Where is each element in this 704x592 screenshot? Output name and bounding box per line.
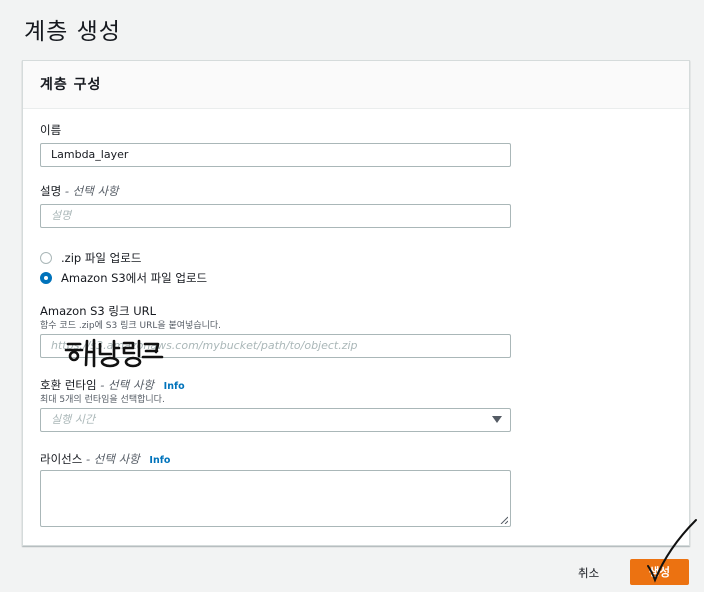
s3-url-description: 함수 코드 .zip에 S3 링크 URL을 붙여넣습니다.	[40, 321, 222, 331]
radio-button-s3[interactable]	[40, 272, 52, 284]
resize-grip-icon[interactable]	[500, 516, 508, 524]
license-label-text: 라이선스	[40, 452, 83, 466]
license-optional-text: - 선택 사항	[85, 452, 140, 466]
cancel-button[interactable]: 취소	[578, 565, 599, 581]
s3-url-input[interactable]: https://s3.amazonaws.com/mybucket/path/t…	[40, 334, 511, 358]
radio-button-zip[interactable]	[40, 252, 52, 264]
license-label: 라이선스 - 선택 사항 Info	[40, 451, 170, 467]
runtime-label-text: 호환 런타임	[40, 378, 97, 392]
caret-down-icon	[492, 416, 502, 423]
description-label-text: 설명	[40, 184, 62, 198]
runtime-select[interactable]: 실행 시간	[40, 408, 511, 432]
name-input[interactable]: Lambda_layer	[40, 143, 511, 167]
license-textarea[interactable]	[40, 470, 511, 527]
s3-url-label: Amazon S3 링크 URL	[40, 304, 157, 318]
radio-zip-label: .zip 파일 업로드	[61, 251, 142, 265]
radio-s3-label: Amazon S3에서 파일 업로드	[61, 271, 208, 285]
runtime-info-link[interactable]: Info	[164, 381, 185, 392]
runtime-select-placeholder: 실행 시간	[51, 413, 95, 426]
runtime-optional-text: - 선택 사항	[100, 378, 154, 392]
description-optional-text: - 선택 사항	[64, 184, 119, 198]
name-label: 이름	[40, 123, 62, 137]
description-input[interactable]: 설명	[40, 204, 511, 228]
create-button[interactable]: 생성	[630, 559, 689, 585]
panel-header: 계층 구성	[23, 61, 689, 109]
runtime-label: 호환 런타임 - 선택 사항 Info	[40, 377, 185, 393]
layer-config-panel: 계층 구성 이름 Lambda_layer 설명 - 선택 사항 설명 .zip…	[22, 60, 690, 546]
panel-title: 계층 구성	[40, 77, 102, 93]
radio-s3-upload[interactable]: Amazon S3에서 파일 업로드	[40, 270, 207, 286]
radio-zip-upload[interactable]: .zip 파일 업로드	[40, 250, 141, 266]
page-title: 계층 생성	[24, 19, 121, 45]
description-label: 설명 - 선택 사항	[40, 183, 119, 199]
runtime-description: 최대 5개의 런타임을 선택합니다.	[40, 395, 165, 405]
license-info-link[interactable]: Info	[149, 455, 170, 466]
